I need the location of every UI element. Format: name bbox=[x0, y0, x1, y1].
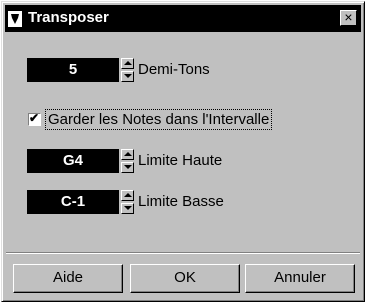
separator bbox=[6, 252, 360, 254]
lower-limit-value[interactable]: C-1 bbox=[27, 190, 119, 214]
lower-limit-label: Limite Basse bbox=[138, 193, 224, 210]
keep-notes-label[interactable]: Garder les Notes dans l'Intervalle bbox=[44, 109, 273, 130]
upper-limit-label: Limite Haute bbox=[138, 152, 223, 169]
increment-button[interactable] bbox=[121, 149, 134, 160]
help-button[interactable]: Aide bbox=[13, 264, 123, 293]
checkmark-icon: ✔ bbox=[29, 111, 40, 125]
arrow-up-icon bbox=[124, 152, 132, 156]
semitones-spinbox[interactable]: 5 bbox=[27, 58, 137, 82]
increment-button[interactable] bbox=[121, 58, 134, 69]
semitones-value[interactable]: 5 bbox=[27, 58, 119, 82]
decrement-button[interactable] bbox=[121, 162, 134, 173]
ok-button[interactable]: OK bbox=[130, 264, 240, 293]
window-title: Transposer bbox=[28, 9, 109, 26]
arrow-down-icon bbox=[124, 74, 132, 78]
upper-limit-spinbox[interactable]: G4 bbox=[27, 149, 137, 173]
close-icon: × bbox=[344, 9, 353, 25]
cancel-button[interactable]: Annuler bbox=[245, 264, 355, 293]
lower-limit-stepper[interactable] bbox=[121, 190, 134, 214]
arrow-down-icon bbox=[124, 165, 132, 169]
increment-button[interactable] bbox=[121, 190, 134, 201]
keep-notes-checkbox[interactable]: ✔ bbox=[28, 111, 41, 126]
title-bar[interactable]: Transposer × bbox=[5, 5, 361, 32]
app-icon bbox=[8, 11, 22, 27]
close-button[interactable]: × bbox=[340, 10, 357, 26]
upper-limit-value[interactable]: G4 bbox=[27, 149, 119, 173]
arrow-up-icon bbox=[124, 193, 132, 197]
arrow-down-icon bbox=[124, 206, 132, 210]
semitones-stepper[interactable] bbox=[121, 58, 134, 82]
decrement-button[interactable] bbox=[121, 203, 134, 214]
upper-limit-stepper[interactable] bbox=[121, 149, 134, 173]
lower-limit-spinbox[interactable]: C-1 bbox=[27, 190, 137, 214]
transposer-dialog: Transposer × 5 Demi-Tons ✔ Garder les No… bbox=[1, 1, 365, 302]
semitones-label: Demi-Tons bbox=[138, 61, 210, 78]
arrow-up-icon bbox=[124, 61, 132, 65]
decrement-button[interactable] bbox=[121, 71, 134, 82]
